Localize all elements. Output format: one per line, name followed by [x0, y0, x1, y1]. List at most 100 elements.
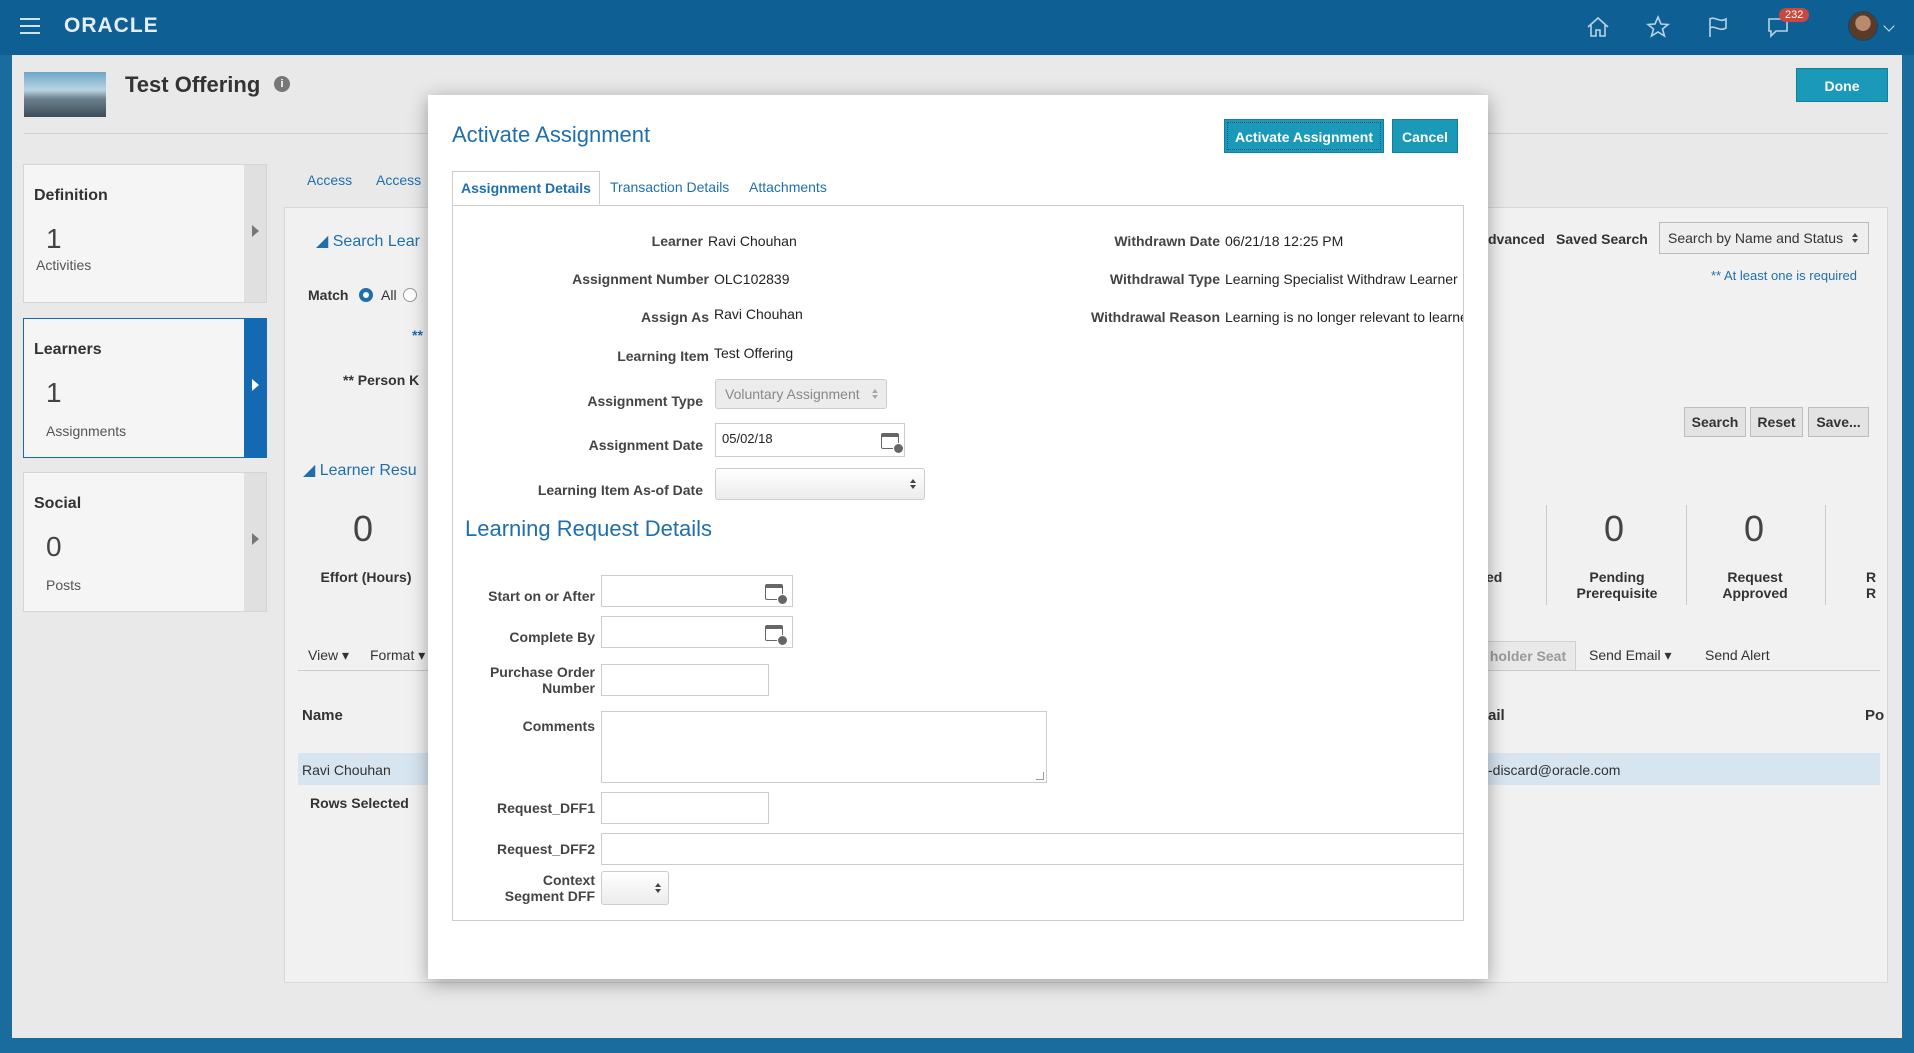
advanced-link[interactable]: dvanced — [1488, 231, 1545, 247]
user-avatar[interactable] — [1848, 11, 1878, 41]
view-menu[interactable]: View ▾ — [308, 647, 349, 664]
assign-as-label: Assign As — [641, 309, 709, 325]
chevron-right-icon — [252, 379, 259, 391]
stat-approved-value: 0 — [1744, 508, 1765, 549]
assignment-date-value: 05/02/18 — [722, 431, 773, 446]
stat-partial-right: R R — [1866, 569, 1877, 601]
star-icon[interactable] — [1645, 14, 1671, 40]
comments-label: Comments — [522, 718, 595, 734]
view-label: View — [308, 647, 339, 663]
purchase-order-input[interactable] — [601, 664, 769, 696]
panel-learners[interactable]: Learners 1 Assignments — [23, 318, 267, 458]
learner-label: Learner — [651, 233, 703, 249]
comments-textarea[interactable] — [601, 711, 1047, 783]
learning-item-asof-label: Learning Item As-of Date — [537, 482, 703, 498]
learning-item-label: Learning Item — [617, 348, 709, 364]
format-menu[interactable]: Format ▾ — [370, 647, 425, 664]
activate-assignment-dialog: Activate Assignment Activate Assignment … — [428, 95, 1488, 979]
tab-access-2[interactable]: Access — [376, 172, 421, 188]
page-title: Test Offering — [125, 72, 261, 97]
panel-label: Assignments — [46, 423, 127, 439]
name-column-header[interactable]: Name — [302, 707, 343, 724]
tab-transaction-details[interactable]: Transaction Details — [610, 171, 729, 205]
tab-attachments[interactable]: Attachments — [749, 171, 827, 205]
chevron-right-icon — [252, 225, 259, 237]
stat-pending-value: 0 — [1604, 508, 1625, 549]
flag-icon[interactable] — [1705, 14, 1731, 40]
learning-item-asof-select[interactable] — [715, 468, 925, 500]
resize-grip-icon[interactable] — [1036, 772, 1044, 780]
send-email-label: Send Email — [1589, 647, 1661, 663]
panel-expander[interactable] — [244, 473, 266, 611]
learning-item-value: Test Offering — [714, 345, 794, 361]
chevron-right-icon — [252, 533, 259, 545]
panel-title: Social — [34, 495, 82, 512]
calendar-icon[interactable] — [881, 433, 904, 454]
menu-icon[interactable] — [20, 18, 40, 34]
tab-access[interactable]: Access — [307, 172, 352, 188]
assignment-number-label: Assignment Number — [572, 271, 709, 287]
dialog-body: Learner Ravi Chouhan Assignment Number O… — [452, 205, 1464, 921]
po-column-header[interactable]: Po — [1865, 707, 1885, 724]
stat-effort-value: 0 — [353, 508, 374, 549]
purchase-order-label: Purchase Order Number — [473, 664, 595, 696]
tab-assignment-details[interactable]: Assignment Details — [452, 171, 600, 205]
panel-definition[interactable]: Definition 1 Activities — [23, 164, 267, 303]
done-button[interactable]: Done — [1796, 68, 1888, 102]
panel-label: Posts — [46, 577, 82, 593]
chevron-down-icon[interactable] — [1883, 20, 1895, 32]
match-all-radio[interactable] — [359, 288, 373, 302]
panel-expander[interactable] — [244, 165, 266, 302]
stat-divider — [1686, 505, 1687, 605]
context-segment-label: Context Segment DFF — [473, 872, 595, 904]
panel-expander[interactable] — [244, 319, 266, 457]
oracle-logo[interactable]: ORACLE — [64, 14, 159, 38]
calendar-icon[interactable] — [765, 584, 788, 605]
context-segment-select[interactable] — [601, 871, 669, 905]
send-alert-button[interactable]: Send Alert — [1705, 647, 1770, 663]
request-dff2-input[interactable] — [601, 833, 1463, 865]
saved-search-select[interactable]: Search by Name and Status — [1659, 222, 1869, 254]
stat-partial-left: ed — [1486, 569, 1503, 585]
select-arrows-icon — [872, 389, 878, 399]
match-label: Match — [308, 287, 349, 303]
assignment-date-input[interactable]: 05/02/18 — [715, 423, 905, 457]
calendar-icon[interactable] — [765, 625, 788, 646]
email-column-header[interactable]: ail — [1488, 707, 1505, 724]
withdrawal-type-label: Withdrawal Type — [1109, 271, 1220, 287]
stat-pending-label: Pending Prerequisite — [1576, 569, 1658, 601]
select-arrows-icon — [910, 479, 916, 489]
context-segment-label-line1: Context — [542, 872, 595, 888]
panel-social[interactable]: Social 0 Posts — [23, 472, 267, 612]
assignment-date-label: Assignment Date — [588, 437, 703, 453]
purchase-order-label-line2: Number — [542, 680, 595, 696]
request-dff2-label: Request_DFF2 — [496, 841, 595, 857]
select-arrows-icon — [1852, 233, 1858, 243]
row-email: -discard@oracle.com — [1488, 762, 1621, 778]
info-icon[interactable]: i — [274, 76, 290, 92]
assignment-type-label: Assignment Type — [587, 393, 703, 409]
top-bar: ORACLE 232 — [0, 0, 1914, 55]
request-dff1-input[interactable] — [601, 792, 769, 824]
match-any-radio[interactable] — [403, 288, 417, 302]
send-email-menu[interactable]: Send Email ▾ — [1589, 647, 1672, 664]
withdrawal-reason-value: Learning is no longer relevant to learne… — [1225, 309, 1464, 325]
learner-results-title[interactable]: ◢ Learner Resu — [303, 460, 417, 480]
home-icon[interactable] — [1585, 14, 1611, 40]
reset-button[interactable]: Reset — [1750, 407, 1803, 437]
start-on-after-label: Start on or After — [488, 588, 595, 604]
saved-search-label: Saved Search — [1556, 231, 1648, 247]
search-button[interactable]: Search — [1684, 407, 1746, 437]
assign-as-value: Ravi Chouhan — [714, 306, 803, 322]
activate-assignment-button[interactable]: Activate Assignment — [1224, 119, 1384, 153]
person-label: ** Person K — [343, 372, 420, 388]
search-section-title[interactable]: ◢ Search Lear — [316, 231, 420, 251]
panel-label: Activities — [36, 257, 92, 273]
cancel-button[interactable]: Cancel — [1392, 119, 1458, 153]
required-marker: ** — [412, 327, 423, 343]
save-button[interactable]: Save... — [1808, 407, 1869, 437]
row-name: Ravi Chouhan — [302, 762, 391, 778]
stat-effort-label: Effort (Hours) — [320, 569, 412, 585]
select-arrows-icon — [655, 883, 661, 893]
placeholder-seat-button[interactable]: holder Seat — [1480, 641, 1576, 671]
